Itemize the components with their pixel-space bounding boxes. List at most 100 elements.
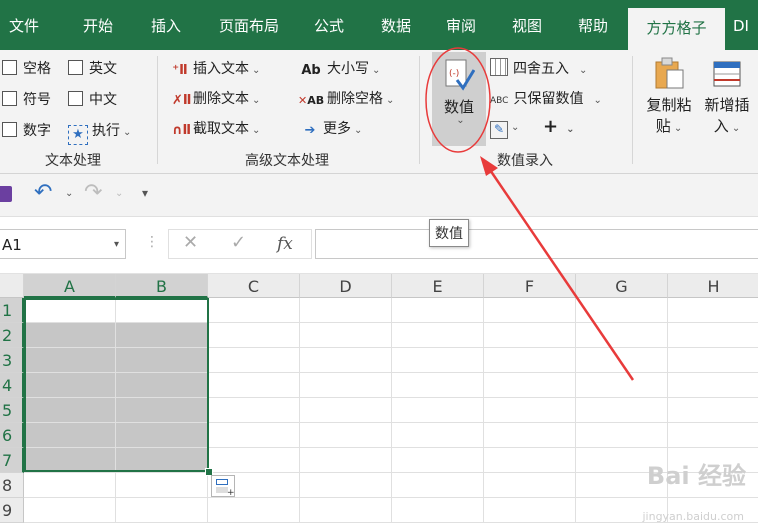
checkbox-english[interactable]: 英文 [68, 58, 117, 78]
cell-A3[interactable] [24, 348, 116, 373]
cell-F6[interactable] [484, 423, 576, 448]
tab-file[interactable]: 文件 [0, 0, 48, 50]
customize-toolbar-icon[interactable]: ▾ [142, 186, 148, 200]
cell-F2[interactable] [484, 323, 576, 348]
cell-C5[interactable] [208, 398, 300, 423]
row-header[interactable]: 9 [0, 498, 24, 523]
cell-G6[interactable] [576, 423, 668, 448]
cell-D8[interactable] [300, 473, 392, 498]
cell-C3[interactable] [208, 348, 300, 373]
cancel-icon[interactable]: ✕ [183, 232, 198, 253]
cell-E7[interactable] [392, 448, 484, 473]
insert-text-button[interactable]: ⁺Ⅱ 插入文本 ⌄ [172, 58, 260, 78]
cell-E6[interactable] [392, 423, 484, 448]
cell-B9[interactable] [116, 498, 208, 523]
cell-E5[interactable] [392, 398, 484, 423]
cell-D5[interactable] [300, 398, 392, 423]
cell-E9[interactable] [392, 498, 484, 523]
case-button[interactable]: Ab 大小写 ⌄ [300, 58, 380, 78]
select-all-corner[interactable] [0, 274, 24, 298]
cell-G2[interactable] [576, 323, 668, 348]
checkbox-space[interactable]: 空格 [2, 58, 51, 78]
cell-H1[interactable] [668, 298, 758, 323]
new-insert-button[interactable]: 新增插 入 ⌄ [700, 56, 754, 136]
cell-C2[interactable] [208, 323, 300, 348]
cell-D4[interactable] [300, 373, 392, 398]
cut-text-button[interactable]: ∩Ⅱ 截取文本 ⌄ [172, 118, 260, 138]
tab-review[interactable]: 审阅 [433, 0, 489, 50]
add-button[interactable]: + ⌄ [543, 116, 574, 137]
cell-B1[interactable] [116, 298, 208, 323]
checkbox-symbol[interactable]: 符号 [2, 89, 51, 109]
tab-help[interactable]: 帮助 [564, 0, 622, 50]
cell-A8[interactable] [24, 473, 116, 498]
cell-G1[interactable] [576, 298, 668, 323]
value-button[interactable]: (-) 数值 ⌄ [432, 52, 486, 146]
tab-insert[interactable]: 插入 [138, 0, 194, 50]
cell-G5[interactable] [576, 398, 668, 423]
tab-home[interactable]: 开始 [68, 0, 128, 50]
cell-D2[interactable] [300, 323, 392, 348]
cell-B4[interactable] [116, 373, 208, 398]
cell-G4[interactable] [576, 373, 668, 398]
row-header[interactable]: 6 [0, 423, 24, 448]
cell-D7[interactable] [300, 448, 392, 473]
cell-F9[interactable] [484, 498, 576, 523]
copy-paste-button[interactable]: 复制粘 贴 ⌄ [642, 56, 696, 136]
row-header[interactable]: 5 [0, 398, 24, 423]
cell-F4[interactable] [484, 373, 576, 398]
cell-C9[interactable] [208, 498, 300, 523]
cell-A4[interactable] [24, 373, 116, 398]
cell-E8[interactable] [392, 473, 484, 498]
tab-di[interactable]: DI [733, 0, 758, 50]
chevron-down-icon[interactable]: ⌄ [65, 188, 73, 199]
column-header[interactable]: B [116, 274, 208, 298]
cell-A5[interactable] [24, 398, 116, 423]
row-header[interactable]: 8 [0, 473, 24, 498]
cell-H4[interactable] [668, 373, 758, 398]
cell-H5[interactable] [668, 398, 758, 423]
cell-F5[interactable] [484, 398, 576, 423]
tab-data[interactable]: 数据 [366, 0, 426, 50]
cell-B6[interactable] [116, 423, 208, 448]
confirm-icon[interactable]: ✓ [231, 232, 246, 253]
cell-E3[interactable] [392, 348, 484, 373]
row-header[interactable]: 1 [0, 298, 24, 323]
tab-formulas[interactable]: 公式 [300, 0, 358, 50]
delete-space-button[interactable]: ✕AB 删除空格 ⌄ [298, 88, 394, 108]
cell-B2[interactable] [116, 323, 208, 348]
cell-B8[interactable] [116, 473, 208, 498]
column-header[interactable]: C [208, 274, 300, 298]
cell-A2[interactable] [24, 323, 116, 348]
cell-G3[interactable] [576, 348, 668, 373]
row-header[interactable]: 4 [0, 373, 24, 398]
drag-handle-icon[interactable]: ⋮ [145, 234, 159, 250]
cell-A1[interactable] [24, 298, 116, 323]
cell-H6[interactable] [668, 423, 758, 448]
cell-C7[interactable] [208, 448, 300, 473]
cell-A9[interactable] [24, 498, 116, 523]
cell-E2[interactable] [392, 323, 484, 348]
column-header[interactable]: F [484, 274, 576, 298]
cell-H3[interactable] [668, 348, 758, 373]
cell-E1[interactable] [392, 298, 484, 323]
formula-input[interactable] [315, 229, 758, 259]
checkbox-box[interactable] [68, 60, 83, 75]
redo-icon[interactable]: ↷ [84, 180, 102, 205]
cell-B3[interactable] [116, 348, 208, 373]
cell-D1[interactable] [300, 298, 392, 323]
name-box[interactable]: A1 ▾ [0, 229, 126, 259]
cell-F1[interactable] [484, 298, 576, 323]
checkbox-number[interactable]: 数字 [2, 120, 51, 140]
cell-B5[interactable] [116, 398, 208, 423]
cell-E4[interactable] [392, 373, 484, 398]
column-header[interactable]: G [576, 274, 668, 298]
cell-D9[interactable] [300, 498, 392, 523]
keep-value-button[interactable]: ABC 只保留数值 ⌄ [490, 88, 602, 108]
column-header[interactable]: E [392, 274, 484, 298]
cell-C6[interactable] [208, 423, 300, 448]
checkbox-box[interactable] [2, 91, 17, 106]
column-header[interactable]: D [300, 274, 392, 298]
checkbox-box[interactable] [2, 60, 17, 75]
cell-F8[interactable] [484, 473, 576, 498]
